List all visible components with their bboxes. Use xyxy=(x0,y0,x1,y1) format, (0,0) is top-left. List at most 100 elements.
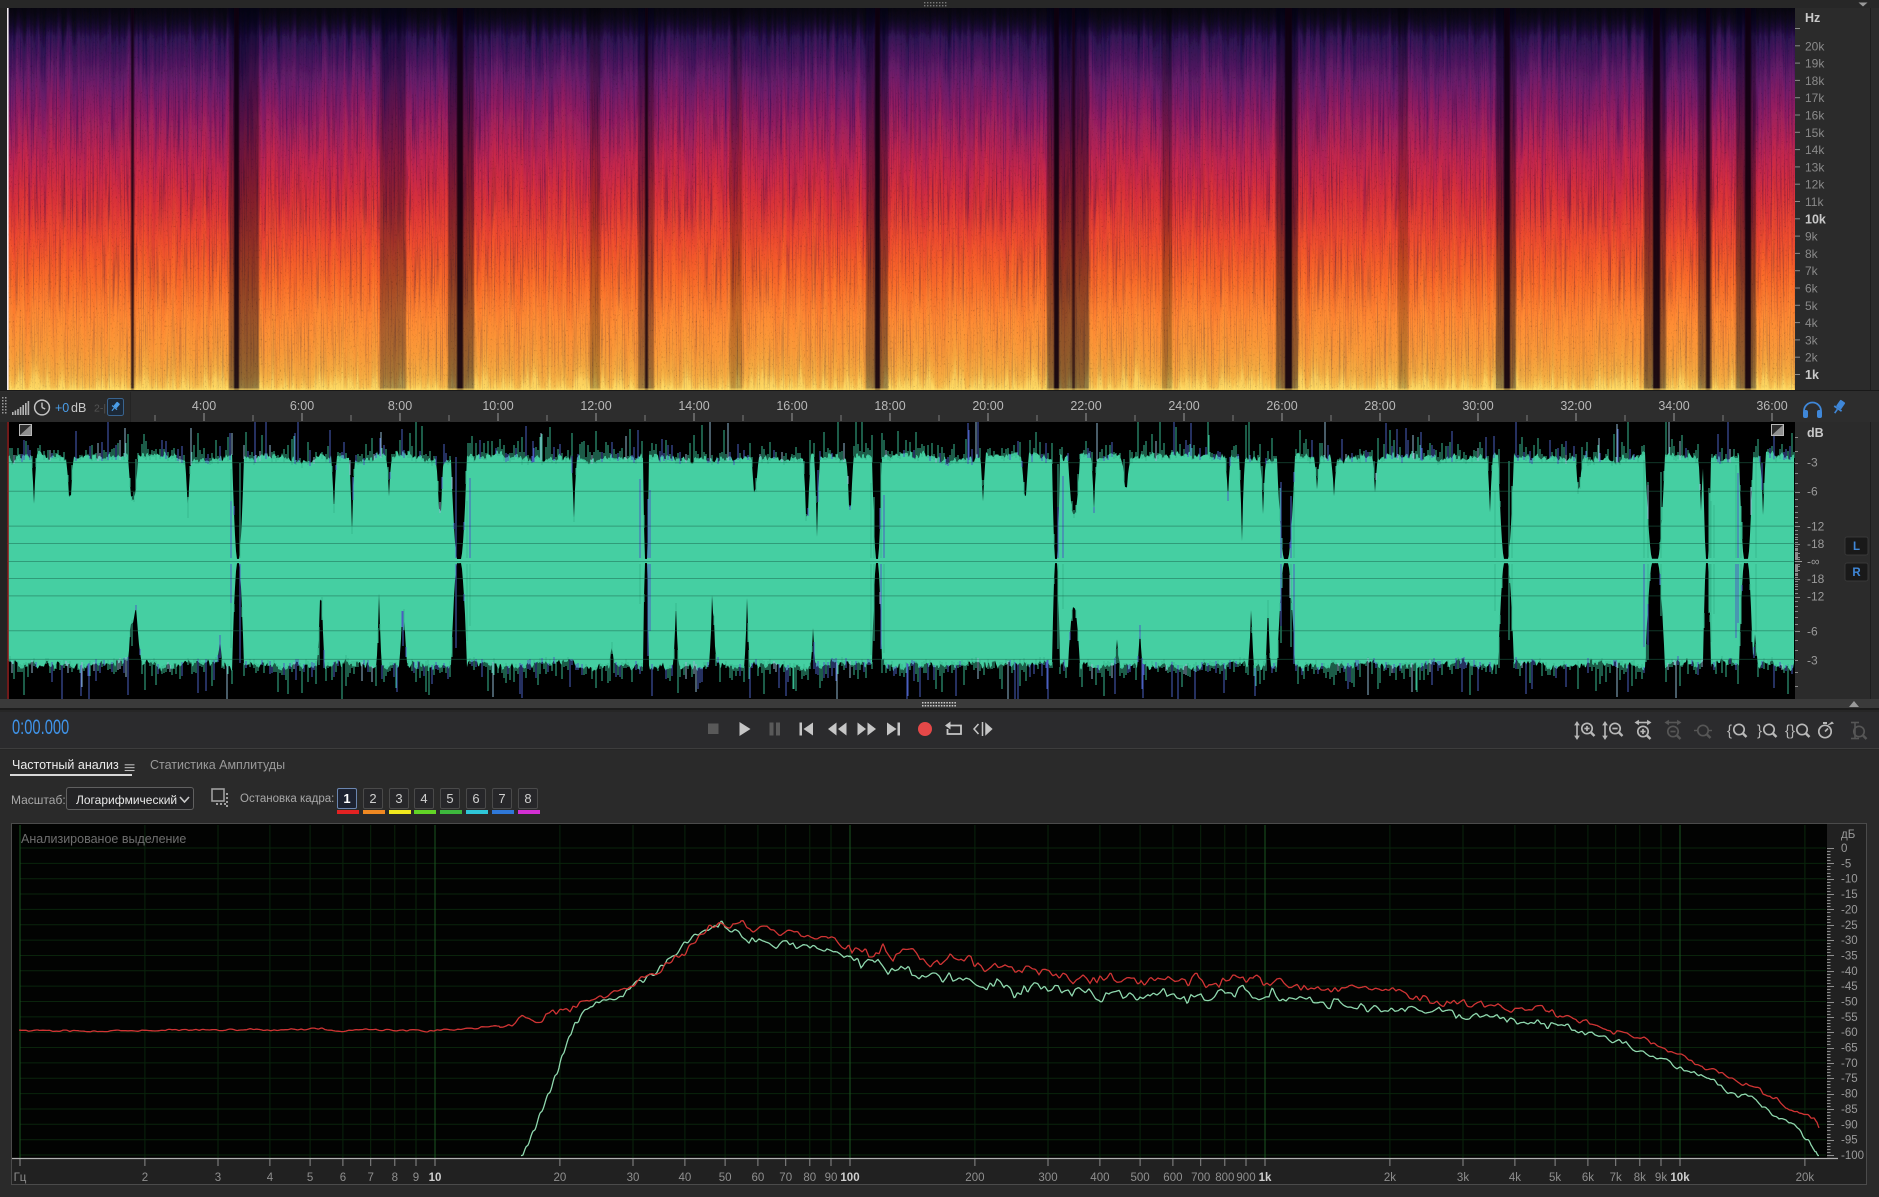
svg-text:10: 10 xyxy=(429,1172,442,1184)
svg-text:-95: -95 xyxy=(1841,1135,1858,1147)
svg-text:-65: -65 xyxy=(1841,1043,1858,1055)
svg-text:700: 700 xyxy=(1191,1172,1210,1184)
svg-text:{: { xyxy=(1727,723,1732,740)
svg-text:-25: -25 xyxy=(1841,920,1858,932)
svg-text:7k: 7k xyxy=(1610,1172,1622,1184)
svg-text:34:00: 34:00 xyxy=(1658,399,1689,413)
svg-text:16k: 16k xyxy=(1805,109,1825,123)
svg-text:-55: -55 xyxy=(1841,1012,1858,1024)
svg-text:17k: 17k xyxy=(1805,91,1825,105)
svg-text:-18: -18 xyxy=(1807,572,1825,586)
svg-text:4:00: 4:00 xyxy=(192,399,216,413)
svg-text:1k: 1k xyxy=(1259,1172,1272,1184)
svg-text:-3: -3 xyxy=(1807,456,1818,470)
svg-text:-35: -35 xyxy=(1841,951,1858,963)
svg-text:-6: -6 xyxy=(1807,485,1818,499)
svg-text:10k: 10k xyxy=(1670,1172,1690,1184)
svg-text:12k: 12k xyxy=(1805,178,1825,192)
svg-text:-85: -85 xyxy=(1841,1104,1858,1116)
svg-text:6k: 6k xyxy=(1805,282,1819,296)
svg-text:dB: dB xyxy=(1807,426,1824,440)
svg-text:14:00: 14:00 xyxy=(678,399,709,413)
svg-text:26:00: 26:00 xyxy=(1266,399,1297,413)
svg-text:900: 900 xyxy=(1236,1172,1255,1184)
svg-text:200: 200 xyxy=(965,1172,984,1184)
svg-text:3k: 3k xyxy=(1805,333,1819,347)
svg-text:dB: dB xyxy=(71,401,86,415)
svg-text:-3: -3 xyxy=(1807,653,1818,667)
svg-text:2k: 2k xyxy=(1805,351,1819,365)
svg-text:800: 800 xyxy=(1215,1172,1234,1184)
svg-text:10k: 10k xyxy=(1805,212,1826,226)
svg-text:8: 8 xyxy=(392,1172,398,1184)
svg-text:5k: 5k xyxy=(1549,1172,1561,1184)
svg-text:600: 600 xyxy=(1163,1172,1182,1184)
svg-text:-5: -5 xyxy=(1841,858,1851,870)
svg-text:-30: -30 xyxy=(1841,935,1858,947)
svg-text:5: 5 xyxy=(307,1172,313,1184)
svg-text:-90: -90 xyxy=(1841,1119,1858,1131)
svg-text:20:00: 20:00 xyxy=(972,399,1003,413)
svg-text:9: 9 xyxy=(413,1172,419,1184)
svg-text:8:00: 8:00 xyxy=(388,399,412,413)
svg-text:-60: -60 xyxy=(1841,1027,1858,1039)
svg-text:-45: -45 xyxy=(1841,981,1858,993)
svg-text:36:00: 36:00 xyxy=(1756,399,1787,413)
svg-text:13k: 13k xyxy=(1805,160,1825,174)
svg-text:8k: 8k xyxy=(1805,247,1819,261)
svg-text:9k: 9k xyxy=(1805,230,1819,244)
svg-text:30:00: 30:00 xyxy=(1462,399,1493,413)
svg-text:2k: 2k xyxy=(1384,1172,1396,1184)
svg-text:15k: 15k xyxy=(1805,126,1825,140)
svg-text:6: 6 xyxy=(340,1172,346,1184)
svg-text:дБ: дБ xyxy=(1841,829,1855,841)
svg-text:-10: -10 xyxy=(1841,874,1858,886)
svg-text:300: 300 xyxy=(1038,1172,1057,1184)
svg-text:6:00: 6:00 xyxy=(290,399,314,413)
svg-text:-100: -100 xyxy=(1841,1150,1864,1162)
svg-text:28:00: 28:00 xyxy=(1364,399,1395,413)
svg-text:11k: 11k xyxy=(1805,195,1824,209)
svg-text:6k: 6k xyxy=(1582,1172,1594,1184)
svg-text:-12: -12 xyxy=(1807,590,1825,604)
svg-text:}: } xyxy=(1757,723,1762,740)
svg-text:Hz: Hz xyxy=(1805,11,1820,25)
svg-text:40: 40 xyxy=(679,1172,692,1184)
svg-text:20k: 20k xyxy=(1796,1172,1815,1184)
svg-text:1k: 1k xyxy=(1805,368,1819,382)
svg-text:10:00: 10:00 xyxy=(482,399,513,413)
svg-text:500: 500 xyxy=(1131,1172,1150,1184)
svg-text:Гц: Гц xyxy=(14,1172,27,1184)
svg-text:400: 400 xyxy=(1090,1172,1109,1184)
svg-text:7k: 7k xyxy=(1805,264,1819,278)
svg-text:-18: -18 xyxy=(1807,537,1825,551)
svg-text:12:00: 12:00 xyxy=(580,399,611,413)
svg-text:22:00: 22:00 xyxy=(1070,399,1101,413)
svg-text:-70: -70 xyxy=(1841,1058,1858,1070)
svg-text:90: 90 xyxy=(825,1172,838,1184)
svg-text:R: R xyxy=(1852,567,1861,579)
svg-text:3: 3 xyxy=(215,1172,221,1184)
svg-text:4: 4 xyxy=(267,1172,274,1184)
svg-text:7: 7 xyxy=(367,1172,373,1184)
svg-text:{}: {} xyxy=(1785,723,1795,740)
svg-text:-20: -20 xyxy=(1841,904,1858,916)
svg-text:-80: -80 xyxy=(1841,1089,1858,1101)
svg-text:-∞: -∞ xyxy=(1807,555,1820,569)
svg-text:18k: 18k xyxy=(1805,74,1825,88)
svg-text:30: 30 xyxy=(627,1172,640,1184)
svg-text:16:00: 16:00 xyxy=(776,399,807,413)
svg-text:32:00: 32:00 xyxy=(1560,399,1591,413)
svg-text:20: 20 xyxy=(554,1172,567,1184)
svg-text:8k: 8k xyxy=(1634,1172,1646,1184)
svg-text:3k: 3k xyxy=(1457,1172,1469,1184)
svg-text:24:00: 24:00 xyxy=(1168,399,1199,413)
svg-text:20k: 20k xyxy=(1805,39,1825,53)
svg-text:2: 2 xyxy=(142,1172,148,1184)
svg-text:+0: +0 xyxy=(55,401,69,415)
svg-text:2-|: 2-| xyxy=(94,403,106,415)
svg-text:0: 0 xyxy=(1841,843,1847,855)
svg-text:-6: -6 xyxy=(1807,624,1818,638)
svg-text:70: 70 xyxy=(779,1172,792,1184)
svg-text:5k: 5k xyxy=(1805,299,1819,313)
